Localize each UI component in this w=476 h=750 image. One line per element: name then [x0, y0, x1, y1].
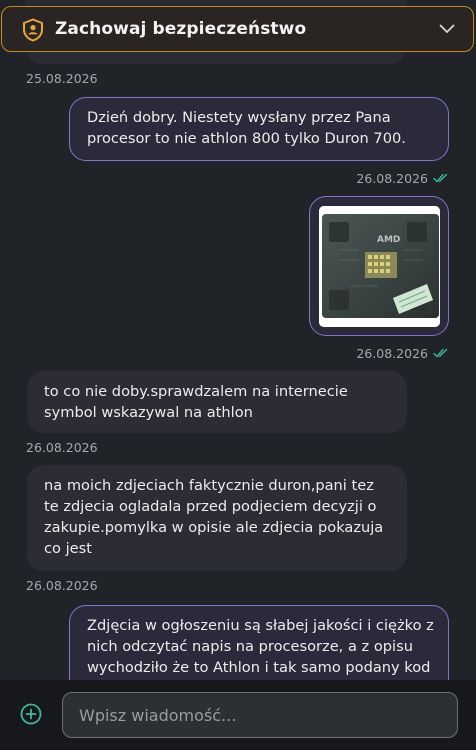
message-bubble-outgoing[interactable]: Dzień dobry. Niestety wysłany przez Pana…	[69, 97, 449, 161]
message-bubble-incoming[interactable]: na moich zdjeciach faktycznie duron,pani…	[27, 465, 407, 571]
processor-photo[interactable]: AMD	[319, 206, 440, 327]
safety-banner[interactable]: Zachowaj bezpieczeństwo	[1, 6, 474, 52]
message-bubble-image[interactable]: AMD	[309, 196, 449, 336]
message-text: na moich zdjeciach faktycznie duron,pani…	[44, 477, 384, 557]
message-timestamp: 26.08.2026	[356, 346, 428, 361]
plus-circle-icon[interactable]	[20, 703, 42, 725]
safety-banner-title: Zachowaj bezpieczeństwo	[55, 19, 307, 39]
shield-person-icon	[23, 18, 43, 42]
read-check-icon	[433, 173, 448, 183]
message-bubble-outgoing[interactable]: Zdjęcia w ogłoszeniu są słabej jakości i…	[69, 605, 449, 680]
message-timestamp: 25.08.2026	[26, 71, 98, 86]
message-timestamp: 26.08.2026	[26, 440, 98, 455]
message-text: to co nie doby.sprawdzalem na internecie…	[44, 383, 348, 421]
image-label: AMD	[377, 235, 400, 245]
message-bubble-incoming[interactable]: to co nie doby.sprawdzalem na internecie…	[27, 371, 407, 433]
message-input[interactable]	[62, 692, 458, 738]
read-check-icon	[433, 348, 448, 358]
message-timestamp: 26.08.2026	[356, 171, 428, 186]
chevron-down-icon[interactable]	[439, 24, 455, 34]
message-text: Dzień dobry. Niestety wysłany przez Pana…	[87, 109, 406, 147]
message-text: Zdjęcia w ogłoszeniu są słabej jakości i…	[87, 617, 434, 676]
chat-history[interactable]: Zachowaj bezpieczeństwo 25.08.2026 Dzień…	[0, 0, 476, 680]
message-timestamp: 26.08.2026	[26, 578, 98, 593]
